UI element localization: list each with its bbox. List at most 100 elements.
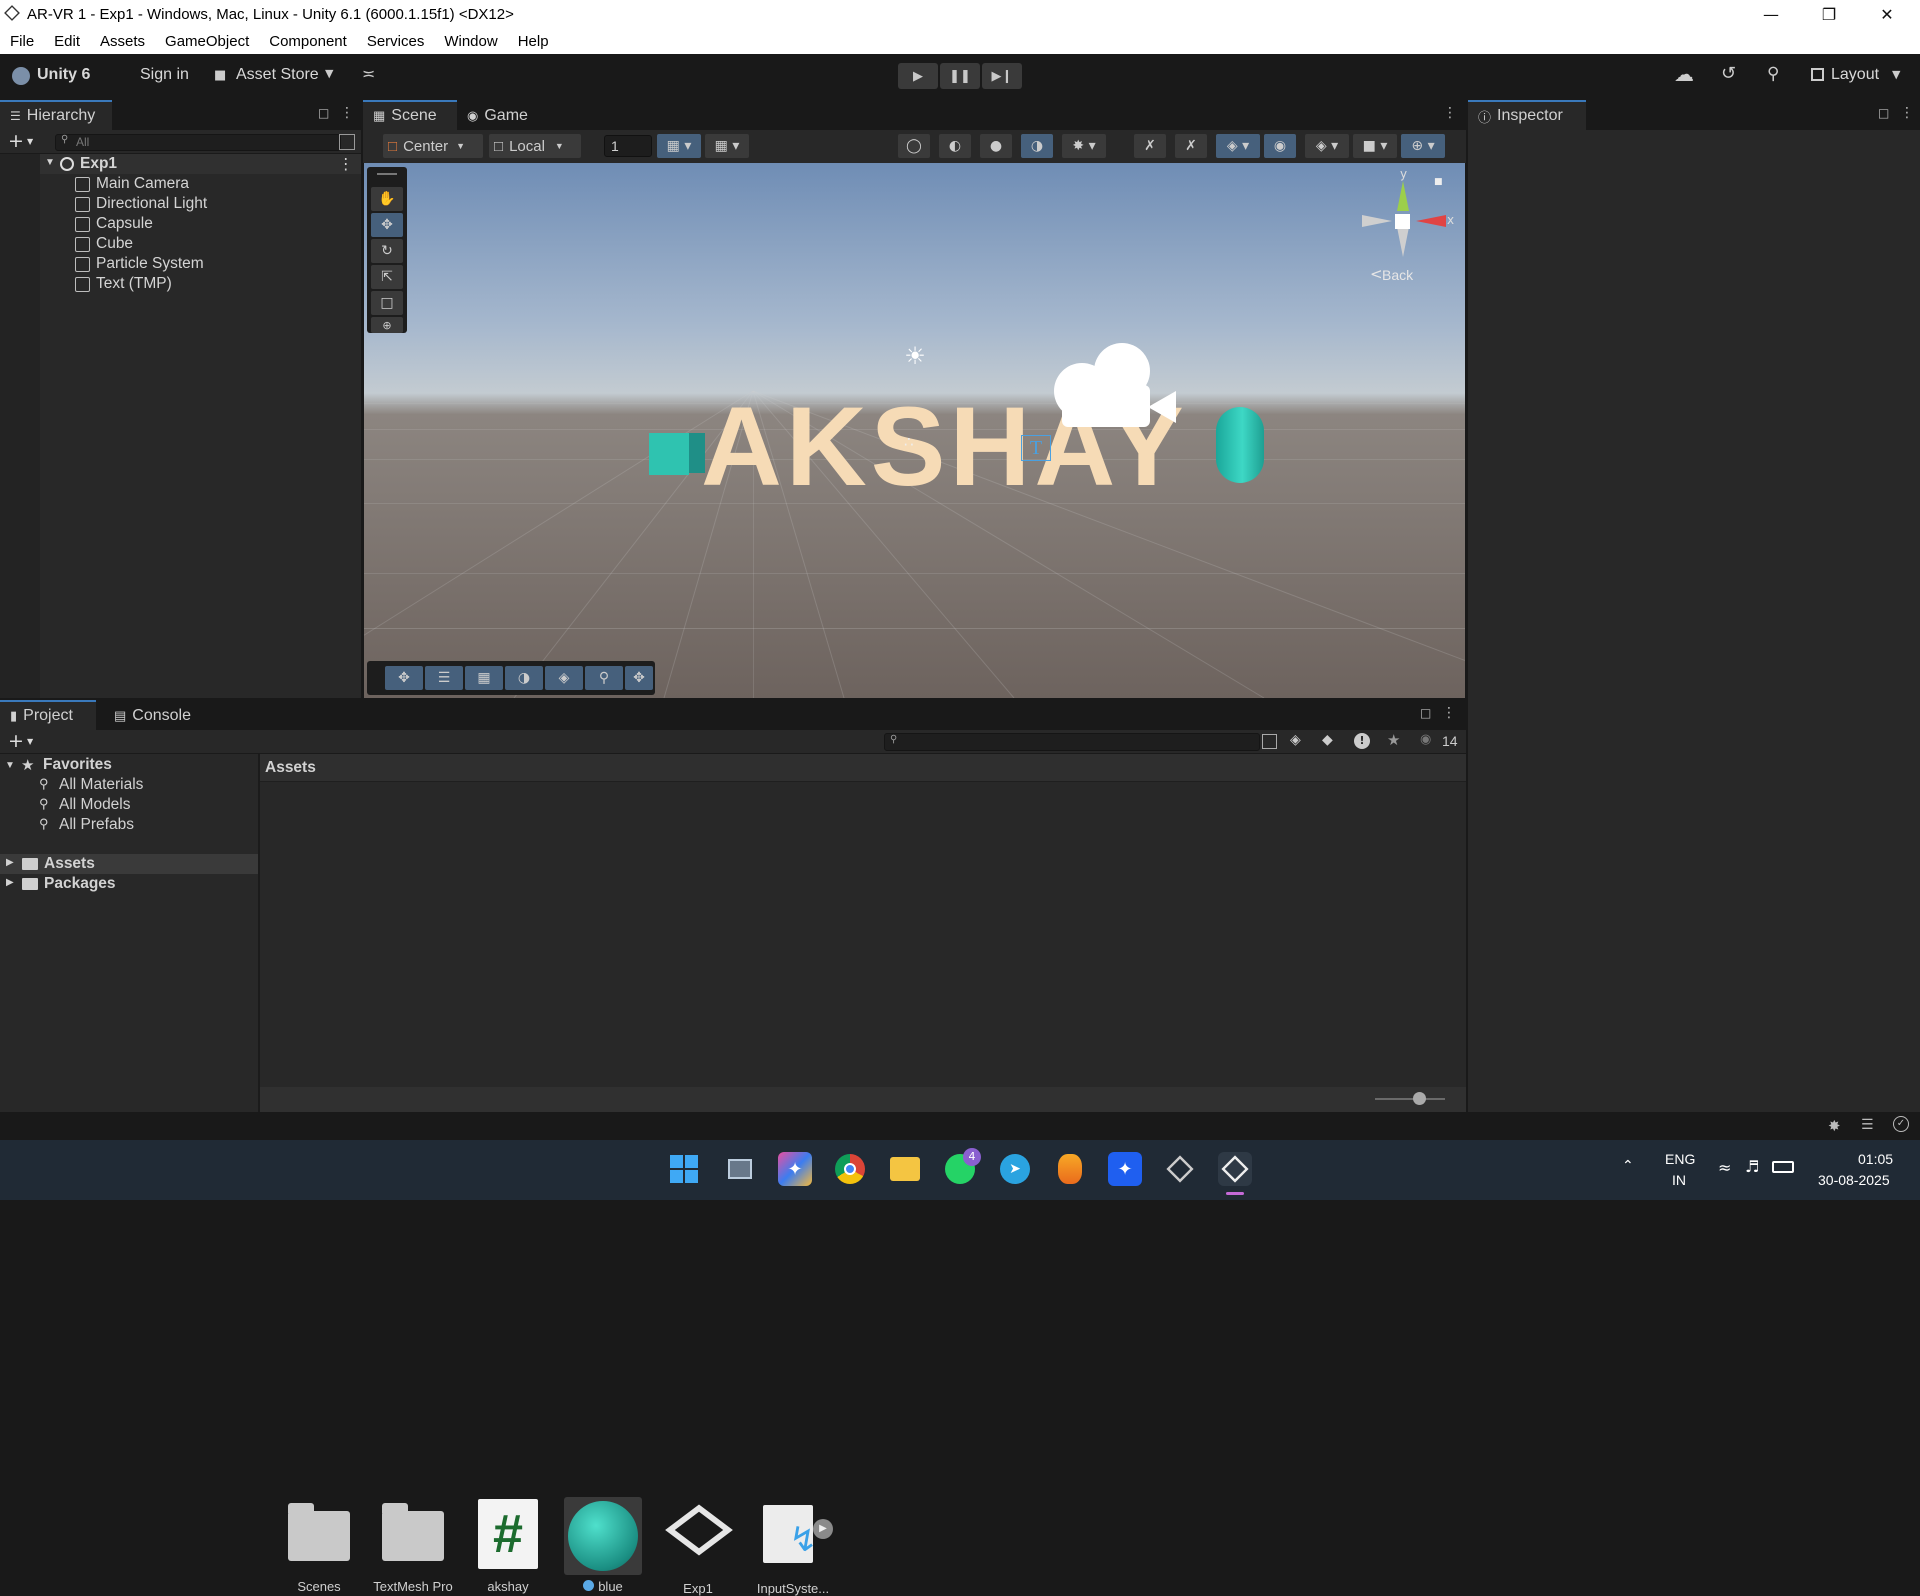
scene-viewport[interactable]: ☀ AKSHAY T ∴ ✋ ✥ ↻ ⇱ □ ⊕ y x ■ < Back ✥ (364, 163, 1465, 698)
transform-tool-icon[interactable]: ⊕ (371, 317, 403, 333)
rotate-tool-icon[interactable]: ↻ (371, 239, 403, 263)
add-icon[interactable]: + (8, 730, 24, 752)
breadcrumb[interactable]: Assets (265, 759, 316, 777)
favorite-item[interactable]: All Prefabs (59, 816, 134, 834)
asset-item[interactable]: blue (558, 1497, 648, 1594)
shaded-icon[interactable]: ● (980, 134, 1012, 158)
snap-icon[interactable]: ✥ (625, 666, 653, 690)
search-by-type-icon[interactable] (1262, 734, 1277, 749)
chevron-down-icon[interactable]: ▼ (27, 737, 33, 746)
move-tool-icon[interactable]: ✥ (371, 213, 403, 237)
whatsapp-icon[interactable]: 4 (943, 1148, 981, 1186)
increment-snap-button[interactable]: ▦ ▾ (705, 134, 749, 158)
menu-component[interactable]: Component (259, 33, 357, 50)
wireframe-icon[interactable]: ◐ (939, 134, 971, 158)
star-icon[interactable]: ★ (1387, 731, 1400, 749)
step-icon[interactable]: ▶❙ (982, 63, 1022, 89)
capsule-object[interactable] (1216, 407, 1264, 483)
play-icon[interactable]: ▶ (898, 63, 938, 89)
menu-edit[interactable]: Edit (44, 33, 90, 50)
hierarchy-scene-row[interactable]: ▼ Exp1 ⋮ (40, 154, 361, 174)
chevron-up-icon[interactable]: ⌃ (1622, 1158, 1634, 1174)
menu-gameobject[interactable]: GameObject (155, 33, 259, 50)
hierarchy-item[interactable]: Capsule (75, 214, 153, 234)
lock-icon[interactable]: ■ (1434, 177, 1443, 187)
kebab-menu-icon[interactable]: ⋮ (1442, 705, 1456, 721)
minimize-icon[interactable]: — (1742, 0, 1800, 28)
grid-icon[interactable]: ▦ (465, 666, 503, 690)
hierarchy-search-input[interactable]: ⚲ All (55, 134, 341, 151)
asset-item[interactable]: # akshay (463, 1497, 553, 1594)
zoom-slider[interactable] (1375, 1092, 1445, 1105)
clock-date[interactable]: 30-08-2025 (1818, 1172, 1890, 1188)
align-icon[interactable]: ☰ (425, 666, 463, 690)
gizmos-icon[interactable]: ⊕ ▾ (1401, 134, 1445, 158)
move-icon[interactable]: ✥ (385, 666, 423, 690)
layout-dropdown[interactable]: Layout (1831, 66, 1879, 84)
cube-object[interactable] (649, 433, 689, 475)
telegram-icon[interactable]: ➤ (998, 1152, 1032, 1186)
space-dropdown[interactable]: □ Local ▼ (489, 134, 581, 158)
text-tmp-icon[interactable]: T (1021, 435, 1051, 461)
chevron-down-icon[interactable]: ▼ (45, 157, 55, 168)
asset-item[interactable]: ↯ ▶ InputSyste... (748, 1497, 838, 1596)
battery-icon[interactable] (1772, 1161, 1794, 1173)
tab-game[interactable]: ◉ Game (457, 100, 547, 130)
hierarchy-item[interactable]: Directional Light (75, 194, 207, 214)
hierarchy-item[interactable]: Main Camera (75, 174, 189, 194)
menu-window[interactable]: Window (434, 33, 507, 50)
menu-file[interactable]: File (0, 33, 44, 50)
wifi-icon[interactable]: ≈ (1718, 1158, 1731, 1177)
orientation-gizmo[interactable]: y x ■ < Back (1354, 167, 1454, 283)
tab-scene[interactable]: ▦ Scene (363, 100, 457, 130)
menu-help[interactable]: Help (508, 33, 559, 50)
camera-settings-icon[interactable]: ■ ▾ (1353, 134, 1397, 158)
lock-icon[interactable]: □ (1878, 106, 1889, 120)
layers-icon[interactable]: ◈ ▾ (1305, 134, 1349, 158)
kebab-menu-icon[interactable]: ⋮ (1900, 105, 1914, 121)
menu-assets[interactable]: Assets (90, 33, 155, 50)
menu-services[interactable]: Services (357, 33, 435, 50)
unity-hub-icon[interactable] (1163, 1152, 1197, 1186)
audio-off-icon[interactable]: ✗ (1134, 134, 1166, 158)
tab-inspector[interactable]: ⓘ Inspector (1468, 100, 1586, 130)
filter-icon[interactable]: ◈ (1290, 732, 1301, 748)
history-icon[interactable]: ↺ (1721, 63, 1736, 84)
version-control-icon[interactable]: ≍ (362, 64, 375, 83)
lighting-icon[interactable]: ◑ (505, 666, 543, 690)
signin-button[interactable]: Sign in (140, 66, 189, 84)
file-explorer-icon[interactable] (888, 1152, 922, 1186)
chevron-down-icon[interactable]: ▼ (27, 137, 33, 146)
particle-system-icon[interactable]: ∴ (904, 433, 926, 455)
add-icon[interactable]: + (8, 130, 24, 152)
cloud-icon[interactable]: ☁ (1674, 62, 1694, 86)
volume-icon[interactable]: ♬ (1745, 1157, 1759, 1176)
search-icon[interactable]: ⚲ (585, 666, 623, 690)
tab-project[interactable]: ▮ Project (0, 700, 96, 730)
asset-item[interactable]: TextMesh Pro (368, 1497, 458, 1594)
tab-console[interactable]: ▤ Console (104, 700, 208, 730)
lock-icon[interactable]: □ (1420, 706, 1431, 720)
cache-icon[interactable]: ☰ (1861, 1117, 1874, 1133)
check-icon[interactable]: ✓ (1893, 1116, 1909, 1132)
hierarchy-item[interactable]: Particle System (75, 254, 204, 274)
scale-tool-icon[interactable]: ⇱ (371, 265, 403, 289)
windows-start-icon[interactable] (667, 1152, 701, 1186)
camera-icon[interactable] (1054, 343, 1184, 433)
task-view-icon[interactable] (723, 1152, 757, 1186)
tree-item-packages[interactable]: ▶ Packages (0, 874, 258, 894)
kebab-menu-icon[interactable]: ⋮ (338, 155, 354, 174)
navigation-icon[interactable]: ◈ (545, 666, 583, 690)
close-icon[interactable]: ✕ (1858, 0, 1916, 28)
favorite-item[interactable]: All Models (59, 796, 131, 814)
lock-icon[interactable]: □ (318, 106, 329, 120)
hierarchy-item[interactable]: Cube (75, 234, 133, 254)
hand-tool-icon[interactable]: ✋ (371, 187, 403, 211)
unity-editor-icon[interactable] (1218, 1152, 1252, 1186)
asset-item[interactable]: Scenes (274, 1497, 364, 1594)
asset-item[interactable]: Exp1 (653, 1497, 743, 1596)
project-search-input[interactable]: ⚲ (884, 733, 1260, 751)
tab-hierarchy[interactable]: ☰ Hierarchy (0, 100, 112, 130)
favorites-label[interactable]: Favorites (43, 756, 112, 774)
debug-icon[interactable]: ✸ (1828, 1117, 1841, 1135)
